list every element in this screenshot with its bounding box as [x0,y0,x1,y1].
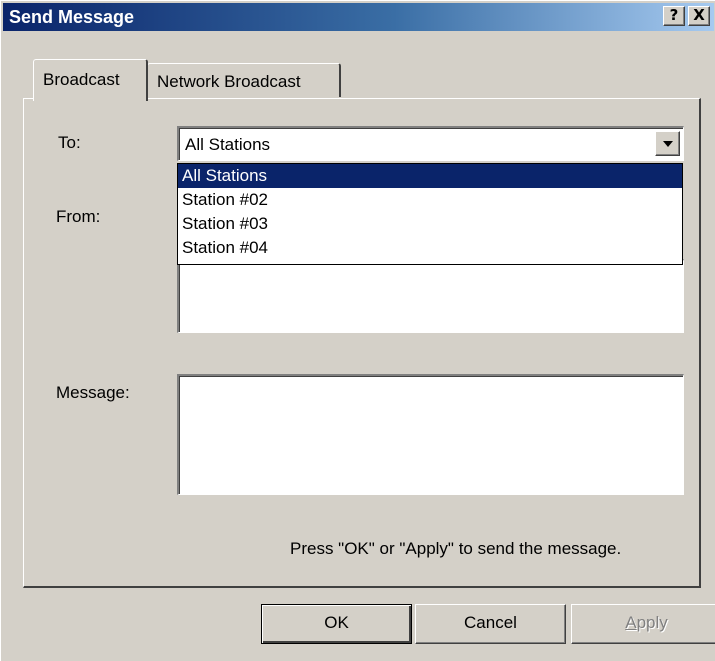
tab-broadcast[interactable]: Broadcast [33,59,148,101]
apply-button[interactable]: Apply [571,604,715,644]
cancel-button[interactable]: Cancel [415,604,566,644]
tab-broadcast-label: Broadcast [43,70,120,89]
tab-network-broadcast[interactable]: Network Broadcast [147,63,341,97]
help-button[interactable]: ? [663,6,685,26]
window-title: Send Message [9,7,135,27]
ok-button[interactable]: OK [261,604,412,644]
send-message-dialog: Send Message ? X Broadcast Network Broad… [0,0,715,661]
dropdown-option[interactable]: Station #03 [178,212,682,236]
apply-label-rest: pply [636,613,668,632]
apply-accelerator: A [625,613,637,632]
dropdown-option[interactable]: All Stations [178,164,682,188]
to-dropdown-list[interactable]: All Stations Station #02 Station #03 Sta… [177,163,683,265]
tab-network-broadcast-label: Network Broadcast [157,72,301,91]
dropdown-option[interactable]: Station #04 [178,236,682,260]
title-bar[interactable]: Send Message ? X [3,3,714,31]
dropdown-option[interactable]: Station #02 [178,188,682,212]
close-button[interactable]: X [688,6,710,26]
